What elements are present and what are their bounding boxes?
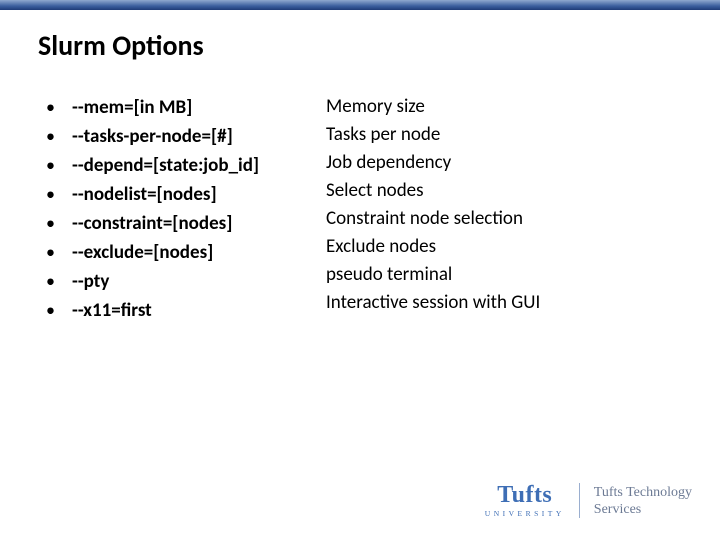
bullet-icon: • xyxy=(46,151,72,179)
option-text: --exclude=[nodes] xyxy=(72,239,213,267)
option-text: --nodelist=[nodes] xyxy=(72,181,217,209)
description-text: Select nodes xyxy=(326,177,424,205)
bullet-icon: • xyxy=(46,180,72,208)
description-text: Constraint node selection xyxy=(326,205,523,233)
list-item: pseudo terminal xyxy=(326,261,646,289)
list-item: Tasks per node xyxy=(326,121,646,149)
list-item: Constraint node selection xyxy=(326,205,646,233)
description-text: Tasks per node xyxy=(326,121,440,149)
list-item: •--nodelist=[nodes] xyxy=(46,180,326,209)
list-item: Select nodes xyxy=(326,177,646,205)
options-column: •--mem=[in MB] •--tasks-per-node=[#] •--… xyxy=(46,93,326,325)
footer-logo: Tufts UNIVERSITY Tufts Technology Servic… xyxy=(485,483,692,518)
bullet-icon: • xyxy=(46,238,72,266)
description-text: pseudo terminal xyxy=(326,261,452,289)
option-text: --tasks-per-node=[#] xyxy=(72,123,233,151)
list-item: Memory size xyxy=(326,93,646,121)
list-item: Interactive session with GUI xyxy=(326,289,646,317)
list-item: •--tasks-per-node=[#] xyxy=(46,122,326,151)
bullet-icon: • xyxy=(46,122,72,150)
list-item: •--mem=[in MB] xyxy=(46,93,326,122)
description-text: Memory size xyxy=(326,93,425,121)
brand-subtitle: UNIVERSITY xyxy=(485,509,565,518)
list-item: •--depend=[state:job_id] xyxy=(46,151,326,180)
slide-title: Slurm Options xyxy=(38,28,720,63)
option-text: --x11=first xyxy=(72,297,152,325)
content-area: •--mem=[in MB] •--tasks-per-node=[#] •--… xyxy=(0,93,720,325)
option-text: --pty xyxy=(72,268,109,296)
top-border-bar xyxy=(0,0,720,10)
tufts-logo: Tufts UNIVERSITY xyxy=(485,483,580,518)
bullet-icon: • xyxy=(46,267,72,295)
list-item: •--exclude=[nodes] xyxy=(46,238,326,267)
unit-line: Tufts Technology xyxy=(594,484,692,501)
list-item: Job dependency xyxy=(326,149,646,177)
list-item: Exclude nodes xyxy=(326,233,646,261)
list-item: •--x11=first xyxy=(46,296,326,325)
option-text: --constraint=[nodes] xyxy=(72,210,232,238)
unit-name: Tufts Technology Services xyxy=(594,484,692,518)
description-text: Exclude nodes xyxy=(326,233,436,261)
option-text: --depend=[state:job_id] xyxy=(72,152,259,180)
list-item: •--constraint=[nodes] xyxy=(46,209,326,238)
bullet-icon: • xyxy=(46,209,72,237)
option-text: --mem=[in MB] xyxy=(72,94,192,122)
brand-name: Tufts xyxy=(497,483,552,507)
bullet-icon: • xyxy=(46,296,72,324)
list-item: •--pty xyxy=(46,267,326,296)
descriptions-column: Memory size Tasks per node Job dependenc… xyxy=(326,93,646,325)
description-text: Interactive session with GUI xyxy=(326,289,540,317)
unit-line: Services xyxy=(594,501,692,518)
bullet-icon: • xyxy=(46,93,72,121)
description-text: Job dependency xyxy=(326,149,451,177)
